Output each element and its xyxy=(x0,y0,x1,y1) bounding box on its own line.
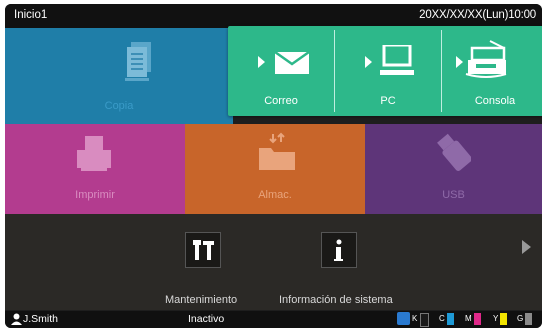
print-label: Imprimir xyxy=(75,189,115,201)
console-icon xyxy=(465,40,507,78)
console-tile[interactable]: Consola xyxy=(442,26,542,116)
email-tile[interactable]: Correo xyxy=(228,26,334,116)
system-info-label: Información de sistema xyxy=(279,294,393,306)
scan-destinations-panel: Correo PC Consola xyxy=(228,26,542,116)
printer-state: Inactivo xyxy=(188,313,225,325)
usb-label: USB xyxy=(442,189,465,201)
maintenance-button[interactable] xyxy=(185,232,221,268)
print-tile[interactable]: Imprimir xyxy=(5,124,185,214)
copy-label: Copia xyxy=(104,100,134,112)
toner-label-c: C xyxy=(439,314,445,323)
email-label: Correo xyxy=(264,95,298,107)
pc-tile[interactable]: PC xyxy=(335,26,441,116)
datetime: 20XX/XX/XX(Lun)10:00 xyxy=(419,9,536,21)
expand-arrow-icon xyxy=(365,56,372,68)
usb-tile[interactable]: USB xyxy=(365,124,542,214)
copy-tile[interactable]: Copia xyxy=(5,28,233,124)
toner-bar-k xyxy=(420,313,429,327)
system-info-button[interactable] xyxy=(321,232,357,268)
header-bar: Inicio1 20XX/XX/XX(Lun)10:00 xyxy=(5,4,542,28)
maintenance-label: Mantenimiento xyxy=(165,294,238,306)
storage-tile[interactable]: Almac. xyxy=(185,124,365,214)
usb-icon xyxy=(437,133,471,171)
toner-bar-y xyxy=(500,313,507,325)
status-bar: J.Smith Inactivo K C M Y G xyxy=(5,311,542,328)
next-page-arrow-icon[interactable] xyxy=(522,240,531,254)
pc-icon xyxy=(380,45,414,75)
tools-icon xyxy=(193,240,214,260)
print-icon xyxy=(77,136,111,171)
bottom-shortcuts: Mantenimiento Información de sistema xyxy=(5,214,542,310)
expand-arrow-icon xyxy=(258,56,265,68)
envelope-icon xyxy=(275,52,309,74)
toner-bar-m xyxy=(474,313,481,325)
toner-bar-g xyxy=(525,313,532,325)
storage-label: Almac. xyxy=(258,189,292,201)
folder-transfer-icon xyxy=(259,132,295,170)
toner-label-k: K xyxy=(412,314,418,323)
pc-label: PC xyxy=(380,95,396,107)
toner-bar-c xyxy=(447,313,454,325)
console-label: Consola xyxy=(474,95,516,107)
printer-home-screen: Inicio1 20XX/XX/XX(Lun)10:00 Copia Corre… xyxy=(5,4,542,328)
user-icon xyxy=(11,313,22,325)
expand-arrow-icon xyxy=(456,56,463,68)
copy-icon xyxy=(125,42,151,81)
toner-label-m: M xyxy=(465,314,472,323)
toner-label-g: G xyxy=(517,314,524,323)
refresh-icon[interactable] xyxy=(397,312,410,325)
user-name: J.Smith xyxy=(23,313,59,325)
toner-label-y: Y xyxy=(493,314,499,323)
screen-title: Inicio1 xyxy=(14,9,48,21)
info-icon xyxy=(334,239,343,261)
